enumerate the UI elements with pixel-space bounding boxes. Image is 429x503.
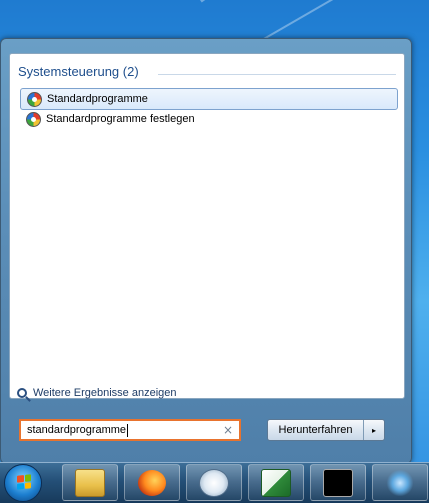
section-title: Systemsteuerung (2) <box>18 64 139 79</box>
clear-search-icon[interactable]: × <box>223 423 233 437</box>
search-icon <box>17 388 27 398</box>
more-results-link[interactable]: Weitere Ergebnisse anzeigen <box>17 387 177 399</box>
search-input-value: standardprogramme <box>27 424 127 436</box>
more-results-label: Weitere Ergebnisse anzeigen <box>33 387 177 399</box>
section-divider <box>158 74 396 75</box>
result-label: Standardprogramme festlegen <box>46 113 195 125</box>
default-programs-icon <box>26 111 41 127</box>
text-caret <box>127 423 129 437</box>
default-programs-icon <box>27 91 42 107</box>
taskbar-excel[interactable] <box>248 464 304 501</box>
excel-icon <box>261 468 291 497</box>
shutdown-button[interactable]: Herunterfahren <box>268 420 364 440</box>
start-button[interactable] <box>4 464 42 502</box>
taskbar-explorer[interactable] <box>62 464 118 501</box>
search-input[interactable]: standardprogramme × <box>19 419 241 441</box>
mail-icon <box>199 468 229 497</box>
wallpaper-streak <box>260 0 429 42</box>
windows-logo-icon <box>17 474 31 490</box>
wallpaper-streak <box>200 0 429 3</box>
result-item-standardprogramme-festlegen[interactable]: Standardprogramme festlegen <box>20 109 396 129</box>
start-menu: Systemsteuerung (2) Standardprogramme St… <box>0 38 412 464</box>
taskbar-mail[interactable] <box>186 464 242 501</box>
firefox-icon <box>138 469 166 496</box>
result-label: Standardprogramme <box>47 93 148 105</box>
cmd-icon <box>323 468 353 497</box>
taskbar-firefox[interactable] <box>124 464 180 501</box>
search-results-panel: Systemsteuerung (2) Standardprogramme St… <box>9 53 405 399</box>
shutdown-options-arrow-icon[interactable]: ▸ <box>364 420 384 440</box>
taskbar-cmd[interactable] <box>310 464 366 501</box>
explorer-icon <box>75 468 105 497</box>
network-icon <box>386 469 414 496</box>
shutdown-button-group: Herunterfahren ▸ <box>267 419 385 441</box>
result-item-standardprogramme[interactable]: Standardprogramme <box>20 88 398 110</box>
taskbar-network[interactable] <box>372 464 428 501</box>
